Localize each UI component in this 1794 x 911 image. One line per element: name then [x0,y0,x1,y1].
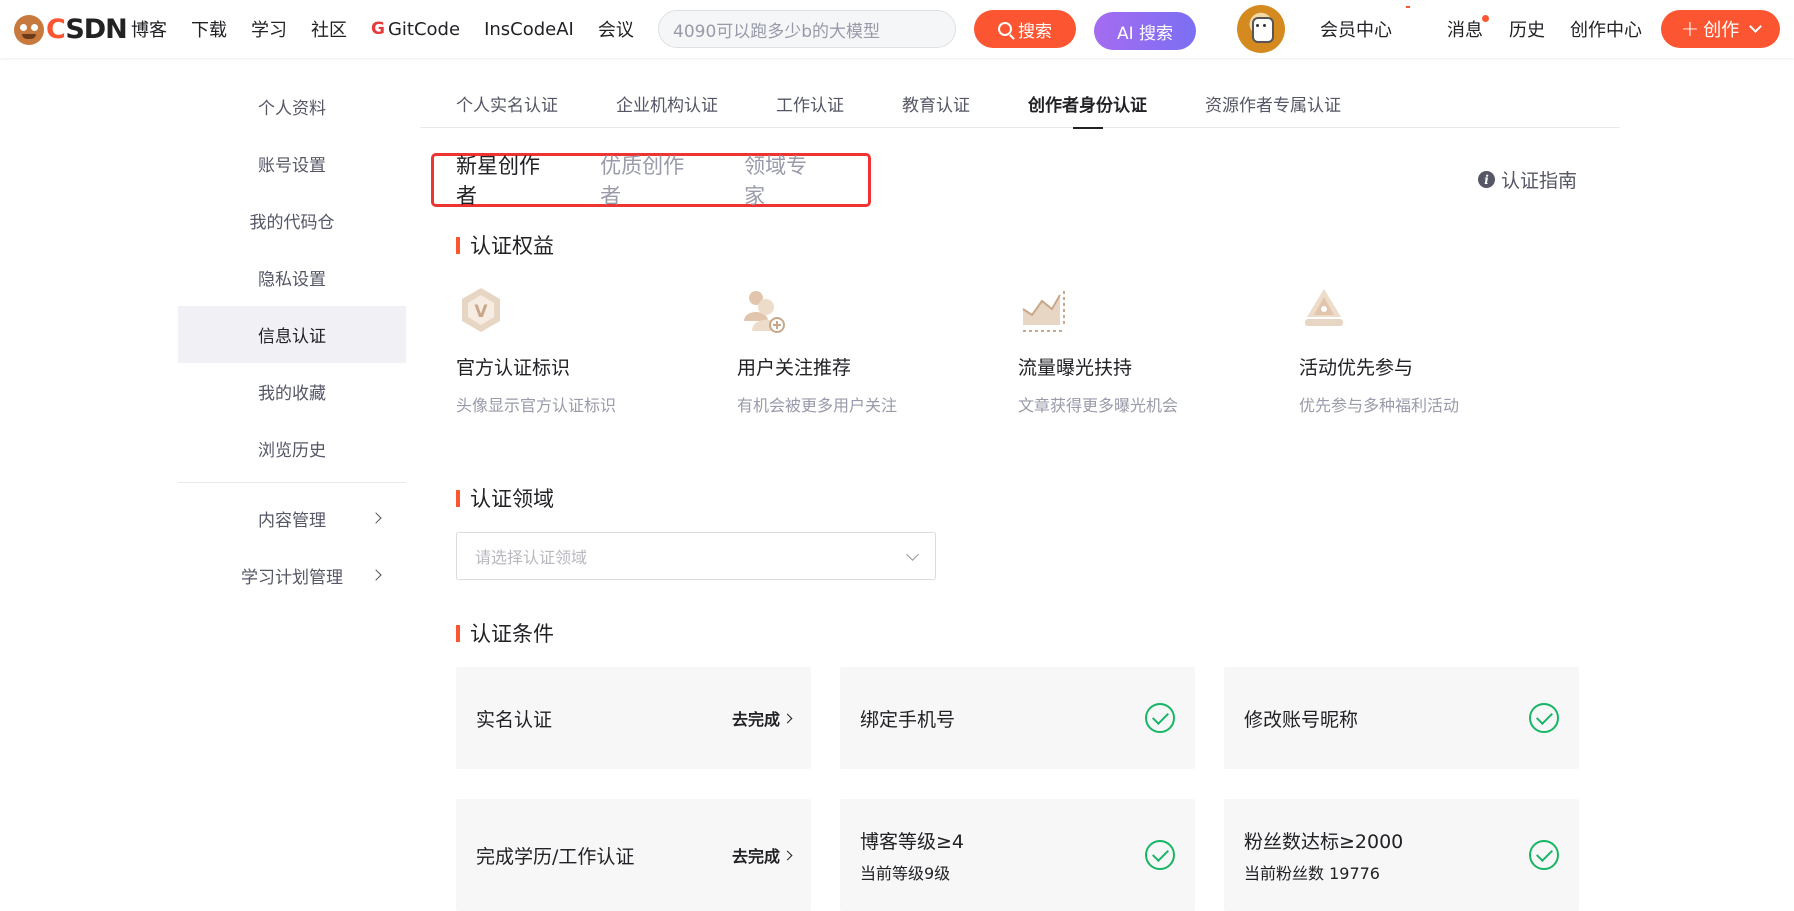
settings-sidebar: 个人资料 账号设置 我的代码仓 隐私设置 信息认证 我的收藏 浏览历史 内容管理… [178,78,406,604]
sidebar-item-privacy[interactable]: 隐私设置 [178,249,406,306]
vip-center-link[interactable]: 会员中心 [1320,0,1392,58]
nav-inscodeai[interactable]: InsCodeAI [484,19,574,40]
tab-resource-author[interactable]: 资源作者专属认证 [1205,78,1341,128]
gitcode-icon: G [371,19,385,39]
subtab-rising-star[interactable]: 新星创作者 [456,150,557,210]
tab-enterprise[interactable]: 企业机构认证 [616,78,718,128]
benefits-list: V 官方认证标识 头像显示官方认证标识 用户关注推荐 有机会被更多用户关注 流量… [456,285,1596,416]
nav-gitcode[interactable]: G GitCode [371,19,460,40]
chevron-right-icon [782,850,793,860]
activity-priority-icon [1299,285,1349,335]
vip-badge-mark [1406,6,1410,8]
nav-community[interactable]: 社区 [311,16,347,42]
condition-title: 绑定手机号 [860,708,956,731]
benefit-desc: 有机会被更多用户关注 [737,396,898,415]
history-link[interactable]: 历史 [1509,0,1545,58]
csdn-logo[interactable]: CSDN [14,14,128,45]
condition-subtext: 当前粉丝数 19776 [1244,863,1380,883]
create-button[interactable]: + 创作 [1661,10,1780,48]
verification-guide-link[interactable]: i 认证指南 [1478,166,1577,193]
unread-dot [1482,15,1489,22]
creator-center-link[interactable]: 创作中心 [1570,0,1642,58]
sidebar-item-favorites[interactable]: 我的收藏 [178,363,406,420]
tab-education[interactable]: 教育认证 [902,78,970,128]
go-complete-link[interactable]: 去完成 [732,706,793,730]
conditions-grid: 实名认证 去完成 绑定手机号 修改账号昵称 完成学历/工作认证 去完成 博客等级… [456,667,1580,911]
tab-creator-identity[interactable]: 创作者身份认证 [1028,78,1147,129]
ai-search-button[interactable]: AI 搜索 [1094,12,1196,50]
sidebar-group-content[interactable]: 内容管理 [178,490,406,547]
condition-card: 绑定手机号 [840,667,1195,769]
top-navbar: CSDN 博客 下载 学习 社区 G GitCode InsCodeAI 会议 4… [0,0,1794,58]
go-complete-link[interactable]: 去完成 [732,843,793,867]
sidebar-divider [178,482,406,483]
benefit-item: 流量曝光扶持 文章获得更多曝光机会 [1018,285,1299,416]
check-circle-icon [1145,840,1175,870]
domain-section-title: 认证领域 [456,483,554,513]
condition-card: 粉丝数达标≥2000 当前粉丝数 19776 [1224,799,1579,911]
verification-tabs: 个人实名认证 企业机构认证 工作认证 教育认证 创作者身份认证 资源作者专属认证 [420,78,1620,129]
user-follow-icon [737,285,787,335]
sidebar-item-code-repo[interactable]: 我的代码仓 [178,192,406,249]
creator-level-tabs: 新星创作者 优质创作者 领域专家 [431,150,871,210]
main-nav: 博客 下载 学习 社区 G GitCode InsCodeAI 会议 [131,0,658,58]
chevron-down-icon [1749,20,1763,33]
check-circle-icon [1529,703,1559,733]
condition-card: 修改账号昵称 [1224,667,1579,769]
subtab-quality-creator[interactable]: 优质创作者 [600,150,701,210]
verified-badge-icon: V [456,285,506,335]
avatar[interactable] [1237,5,1285,53]
check-circle-icon [1529,840,1559,870]
messages-link[interactable]: 消息 [1447,0,1489,58]
search-icon [998,22,1012,36]
chevron-down-icon [906,548,919,561]
chevron-right-icon [370,569,382,581]
subtab-domain-expert[interactable]: 领域专家 [744,150,825,210]
nav-blog[interactable]: 博客 [131,16,167,42]
plus-icon: + [1680,16,1700,42]
monkey-logo-icon [14,14,44,45]
conditions-section-title: 认证条件 [456,618,554,648]
search-button[interactable]: 搜索 [974,10,1076,48]
benefit-item: V 官方认证标识 头像显示官方认证标识 [456,285,737,416]
svg-text:V: V [474,302,488,322]
benefit-title: 用户关注推荐 [737,357,852,379]
condition-card: 实名认证 去完成 [456,667,811,769]
benefit-title: 流量曝光扶持 [1018,357,1133,379]
condition-card: 博客等级≥4 当前等级9级 [840,799,1195,911]
benefit-title: 活动优先参与 [1299,357,1414,379]
sidebar-item-verification[interactable]: 信息认证 [178,306,406,363]
search-input[interactable]: 4090可以跑多少b的大模型 [658,10,956,48]
condition-card: 完成学历/工作认证 去完成 [456,799,811,911]
sidebar-item-profile[interactable]: 个人资料 [178,78,406,135]
info-icon: i [1478,171,1495,188]
condition-title: 粉丝数达标≥2000 [1244,830,1404,853]
traffic-chart-icon [1018,285,1068,335]
benefit-desc: 文章获得更多曝光机会 [1018,396,1179,415]
condition-title: 修改账号昵称 [1244,708,1359,731]
nav-meeting[interactable]: 会议 [598,16,634,42]
nav-learn[interactable]: 学习 [251,16,287,42]
sidebar-item-browse-history[interactable]: 浏览历史 [178,420,406,477]
benefit-item: 活动优先参与 优先参与多种福利活动 [1299,285,1580,416]
sidebar-item-account[interactable]: 账号设置 [178,135,406,192]
benefits-section-title: 认证权益 [456,230,554,260]
sidebar-group-study-plan[interactable]: 学习计划管理 [178,547,406,604]
condition-title: 博客等级≥4 [860,830,965,853]
logo-wordmark: CSDN [46,14,128,45]
condition-subtext: 当前等级9级 [860,863,951,883]
benefit-title: 官方认证标识 [456,357,571,379]
tab-work[interactable]: 工作认证 [776,78,844,128]
benefit-desc: 优先参与多种福利活动 [1299,396,1460,415]
domain-select[interactable]: 请选择认证领域 [456,532,936,580]
benefit-item: 用户关注推荐 有机会被更多用户关注 [737,285,1018,416]
chevron-right-icon [782,713,793,723]
benefit-desc: 头像显示官方认证标识 [456,396,617,415]
check-circle-icon [1145,703,1175,733]
nav-download[interactable]: 下载 [191,16,227,42]
tab-personal-realname[interactable]: 个人实名认证 [456,78,558,128]
chevron-right-icon [370,512,382,524]
